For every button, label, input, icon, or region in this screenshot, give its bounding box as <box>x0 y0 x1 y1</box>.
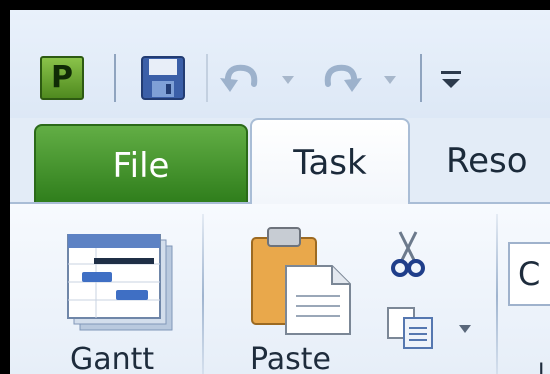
tab-file[interactable]: File <box>34 124 248 204</box>
customize-quick-access-icon[interactable] <box>438 66 464 92</box>
project-app-window: P File Task Reso Gantt Paste C I <box>10 10 550 374</box>
toolbar-separator <box>420 54 422 102</box>
tab-resource[interactable]: Reso <box>446 118 550 204</box>
ribbon-tabs: File Task Reso <box>10 118 550 204</box>
project-logo-icon[interactable]: P <box>40 56 84 100</box>
quick-access-toolbar: P <box>10 10 550 118</box>
save-icon[interactable] <box>140 55 186 101</box>
ribbon-label-fragment: I <box>538 360 545 374</box>
redo-icon[interactable] <box>320 58 364 100</box>
copy-icon[interactable] <box>386 306 434 350</box>
gantt-chart-icon[interactable] <box>66 234 176 334</box>
logo-letter: P <box>51 60 73 95</box>
gantt-chart-button-label[interactable]: Gantt <box>70 342 154 374</box>
ribbon-group-divider <box>202 214 204 374</box>
paste-button-label[interactable]: Paste <box>250 342 331 374</box>
chevron-down-icon[interactable] <box>458 324 472 334</box>
cut-icon[interactable] <box>390 230 426 278</box>
paste-icon[interactable] <box>246 226 354 336</box>
toolbar-separator <box>206 54 208 102</box>
tab-task[interactable]: Task <box>250 118 410 204</box>
font-name-combobox[interactable]: C <box>508 242 550 306</box>
chevron-down-icon[interactable] <box>382 74 398 86</box>
toolbar-separator <box>114 54 116 102</box>
chevron-down-icon[interactable] <box>280 74 296 86</box>
ribbon-group-divider <box>496 214 498 374</box>
undo-icon[interactable] <box>218 58 262 100</box>
